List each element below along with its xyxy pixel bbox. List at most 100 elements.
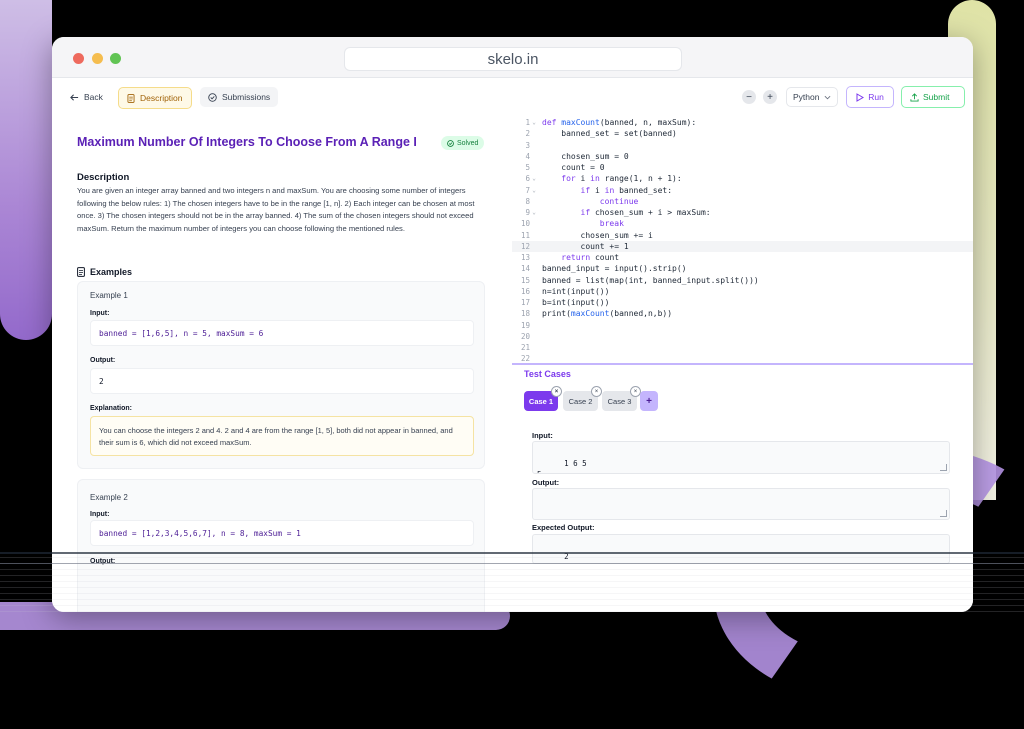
code-line[interactable]: 14 banned_input = input().strip()	[512, 263, 973, 274]
code-line[interactable]: 16 n=int(input())	[512, 286, 973, 297]
add-case-button[interactable]: +	[640, 391, 658, 411]
maximize-window-button[interactable]	[110, 53, 121, 64]
zoom-in-button[interactable]: +	[763, 90, 777, 104]
code-line[interactable]: 19	[512, 320, 973, 331]
close-window-button[interactable]	[73, 53, 84, 64]
code-line[interactable]: 3	[512, 140, 973, 151]
code-line[interactable]: 8 continue	[512, 196, 973, 207]
language-value: Python	[793, 92, 820, 102]
code-line[interactable]: 2 banned_set = set(banned)	[512, 128, 973, 139]
code-text: b=int(input())	[542, 298, 610, 308]
fold-chevron-icon[interactable]: ⌄	[530, 119, 538, 126]
resize-handle[interactable]	[940, 510, 947, 517]
code-line[interactable]: 20	[512, 331, 973, 342]
examples-heading-text: Examples	[90, 267, 133, 277]
check-circle-icon	[208, 92, 217, 102]
code-line[interactable]: 13 return count	[512, 252, 973, 263]
case-label: Case 1	[528, 396, 554, 406]
language-select[interactable]: Python	[786, 87, 838, 107]
example-card: Example 2 Input: banned = [1,2,3,4,5,6,7…	[77, 479, 485, 612]
code-line[interactable]: 12 count += 1	[512, 240, 973, 252]
line-number: 1	[525, 118, 530, 128]
line-number: 13	[520, 253, 530, 263]
check-circle-icon	[447, 139, 454, 147]
code-line[interactable]: 7 ⌄ if i in banned_set:	[512, 185, 973, 196]
code-text: count += 1	[542, 241, 629, 251]
back-label: Back	[84, 92, 103, 102]
submit-button[interactable]: Submit	[901, 86, 965, 108]
example-explanation: You can choose the integers 2 and 4. 2 a…	[90, 416, 474, 456]
case-label: Case 2	[568, 396, 593, 406]
line-number: 21	[520, 343, 530, 353]
code-line[interactable]: 11 chosen_sum += i	[512, 230, 973, 241]
example-card: Example 1 Input: banned = [1,6,5], n = 5…	[77, 281, 485, 469]
code-line[interactable]: 10 break	[512, 218, 973, 229]
line-number: 10	[520, 219, 530, 229]
glitch-line	[0, 552, 1024, 554]
upload-icon	[910, 92, 919, 102]
code-text: banned_set = set(banned)	[542, 129, 677, 139]
resize-handle[interactable]	[940, 464, 947, 471]
expected-output-label: Expected Output:	[532, 523, 595, 532]
code-line[interactable]: 17 b=int(input())	[512, 297, 973, 308]
test-input-field[interactable]: 1 6 5 5 6	[532, 441, 950, 474]
document-icon	[127, 93, 135, 103]
line-number: 11	[520, 230, 530, 240]
tab-case-1[interactable]: Case 1 ×	[524, 386, 562, 411]
line-number: 16	[520, 286, 530, 296]
status-badge: Solved	[441, 136, 485, 150]
example-input: banned = [1,2,3,4,5,6,7], n = 8, maxSum …	[90, 520, 474, 546]
play-icon	[856, 92, 865, 102]
tab-case-2[interactable]: Case 2 ×	[563, 386, 602, 411]
line-number: 8	[525, 196, 530, 206]
code-text: banned_input = input().strip()	[542, 264, 687, 274]
tab-case-3[interactable]: Case 3 ×	[602, 386, 641, 411]
url-text: skelo.in	[487, 50, 539, 68]
fold-chevron-icon[interactable]: ⌄	[530, 209, 538, 216]
zoom-out-button[interactable]: −	[742, 90, 756, 104]
line-number: 12	[520, 241, 530, 251]
submissions-tab-label: Submissions	[222, 92, 271, 102]
line-number: 19	[520, 320, 530, 330]
line-number: 20	[520, 331, 530, 341]
code-text: n=int(input())	[542, 286, 610, 296]
run-button[interactable]: Run	[846, 86, 894, 108]
minimize-window-button[interactable]	[92, 53, 103, 64]
app-toolbar: Back Description Submissions − + Python	[52, 78, 973, 117]
decorative-purple-bar	[0, 0, 52, 340]
examples-heading: Examples	[77, 267, 132, 277]
close-icon[interactable]: ×	[591, 386, 602, 397]
code-line[interactable]: 18 print(maxCount(banned,n,b))	[512, 308, 973, 319]
fold-chevron-icon[interactable]: ⌄	[530, 187, 538, 194]
url-bar[interactable]: skelo.in	[344, 47, 682, 71]
back-button[interactable]: Back	[62, 87, 111, 107]
chevron-down-icon	[824, 95, 831, 100]
code-line[interactable]: 9 ⌄ if chosen_sum + i > maxSum:	[512, 207, 973, 218]
tab-submissions[interactable]: Submissions	[200, 87, 279, 107]
example-input: banned = [1,6,5], n = 5, maxSum = 6	[90, 320, 474, 346]
code-line[interactable]: 5 count = 0	[512, 162, 973, 173]
code-line[interactable]: 21	[512, 342, 973, 353]
code-text: continue	[599, 196, 639, 206]
fold-chevron-icon[interactable]: ⌄	[530, 175, 538, 182]
description-text: You are given an integer array banned an…	[77, 186, 475, 233]
line-number: 2	[525, 129, 530, 139]
line-number: 9	[525, 208, 530, 218]
test-cases-panel: Test Cases Case 1 × Case 2 × Case 3 × + …	[512, 363, 973, 612]
tab-description[interactable]: Description	[118, 87, 192, 109]
example-explanation-label: Explanation:	[90, 405, 133, 412]
code-line[interactable]: 15 banned = list(map(int, banned_input.sp…	[512, 275, 973, 286]
code-text: banned = list(map(int, banned_input.spli…	[542, 275, 759, 285]
run-label: Run	[868, 92, 884, 102]
minus-icon: −	[746, 91, 752, 103]
test-output-field[interactable]	[532, 488, 950, 520]
close-icon[interactable]: ×	[551, 386, 562, 397]
arrow-left-icon	[70, 93, 79, 102]
code-text: chosen_sum = 0	[542, 151, 629, 161]
code-text: for i in range(1, n + 1):	[561, 174, 682, 184]
code-line[interactable]: 6 ⌄ for i in range(1, n + 1):	[512, 173, 973, 184]
code-line[interactable]: 4 chosen_sum = 0	[512, 151, 973, 162]
test-input-value: 1 6 5 5 6	[537, 459, 587, 473]
code-line[interactable]: 1 ⌄ def maxCount(banned, n, maxSum):	[512, 117, 973, 128]
code-editor[interactable]: 1 ⌄ def maxCount(banned, n, maxSum): 2 bann…	[512, 115, 973, 363]
